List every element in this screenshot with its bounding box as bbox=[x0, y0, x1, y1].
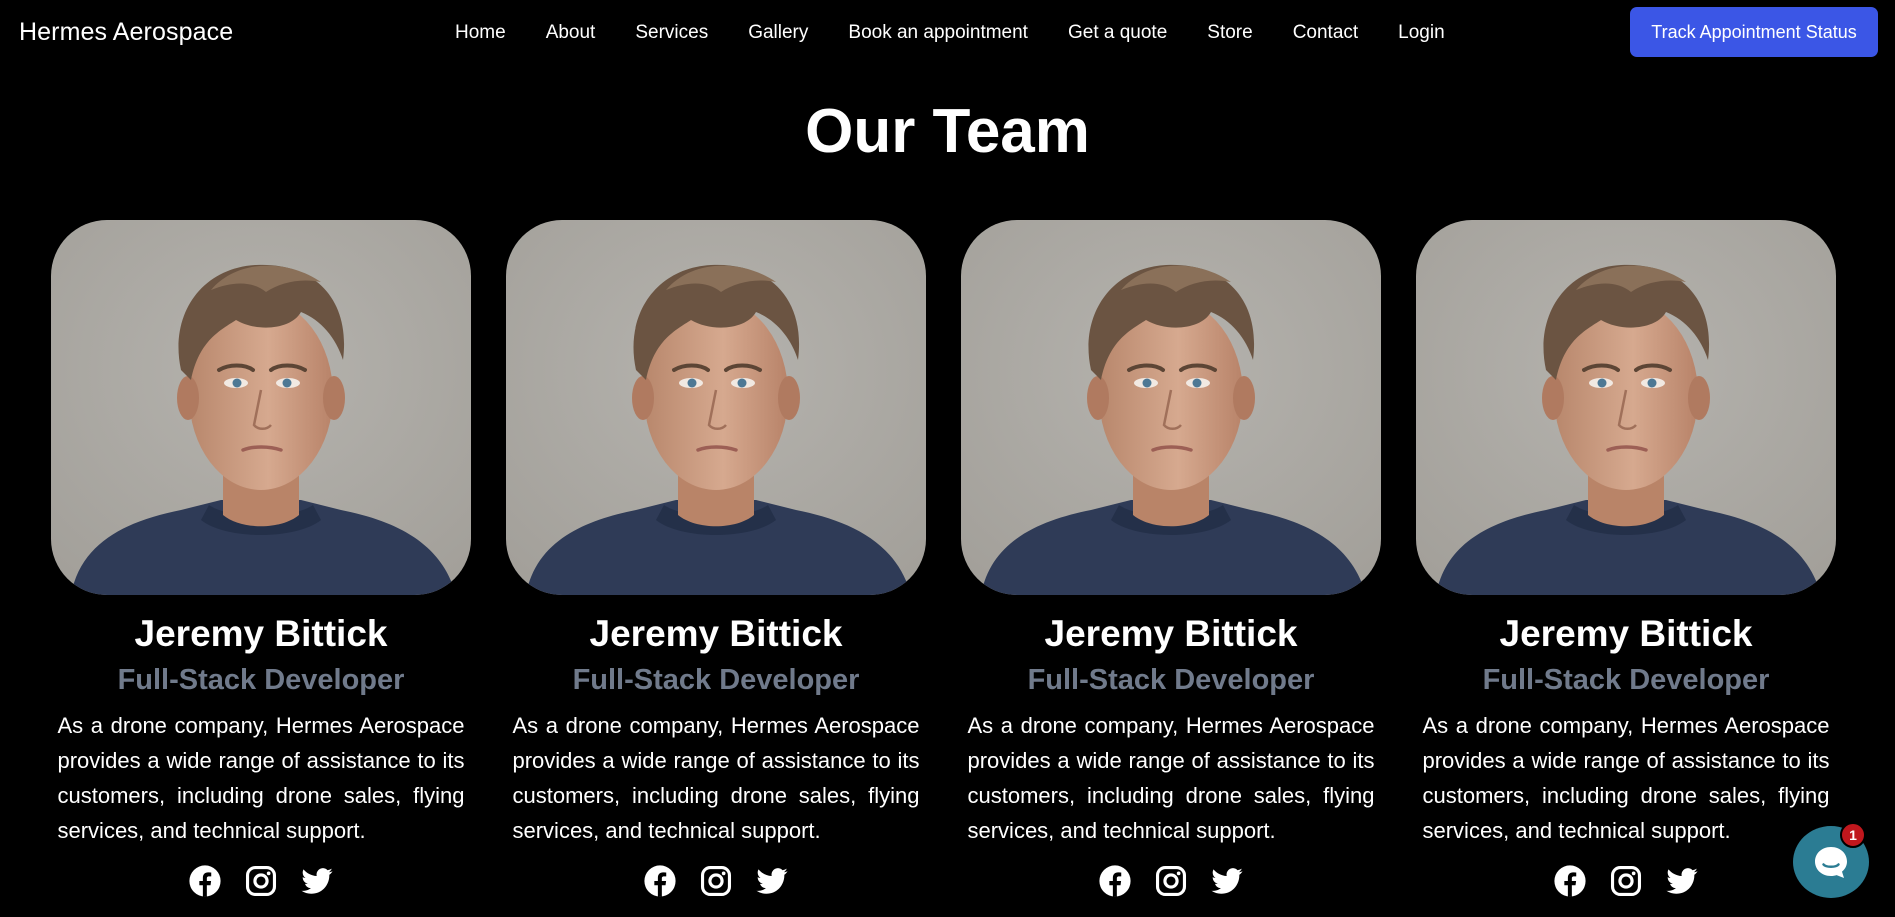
team-member-role: Full-Stack Developer bbox=[117, 664, 405, 697]
team-member-card: Jeremy Bittick Full-Stack Developer As a d… bbox=[961, 220, 1381, 898]
twitter-icon[interactable] bbox=[755, 864, 789, 898]
team-member-card: Jeremy Bittick Full-Stack Developer As a d… bbox=[1416, 220, 1836, 898]
nav-about[interactable]: About bbox=[546, 22, 596, 44]
nav-services[interactable]: Services bbox=[635, 22, 708, 44]
instagram-icon[interactable] bbox=[1609, 864, 1643, 898]
brand-logo[interactable]: Hermes Aerospace bbox=[19, 18, 233, 47]
facebook-icon[interactable] bbox=[188, 864, 222, 898]
social-links bbox=[643, 864, 789, 898]
instagram-icon[interactable] bbox=[1154, 864, 1188, 898]
twitter-icon[interactable] bbox=[1665, 864, 1699, 898]
team-member-name: Jeremy Bittick bbox=[134, 613, 388, 654]
chat-bubble-icon bbox=[1815, 847, 1847, 878]
team-member-bio: As a drone company, Hermes Aerospace pro… bbox=[1422, 713, 1830, 844]
team-member-photo bbox=[1416, 220, 1836, 595]
twitter-icon[interactable] bbox=[300, 864, 334, 898]
team-member-role: Full-Stack Developer bbox=[1482, 664, 1770, 697]
social-links bbox=[188, 864, 334, 898]
team-member-name: Jeremy Bittick bbox=[1499, 613, 1753, 654]
team-member-role: Full-Stack Developer bbox=[1027, 664, 1315, 697]
nav-store[interactable]: Store bbox=[1207, 22, 1252, 44]
nav-gallery[interactable]: Gallery bbox=[748, 22, 808, 44]
nav-login[interactable]: Login bbox=[1398, 22, 1445, 44]
nav-book-appointment[interactable]: Book an appointment bbox=[848, 22, 1028, 44]
team-member-card: Jeremy Bittick Full-Stack Developer As a d… bbox=[51, 220, 471, 898]
social-links bbox=[1098, 864, 1244, 898]
twitter-icon[interactable] bbox=[1210, 864, 1244, 898]
nav-links: Home About Services Gallery Book an appo… bbox=[455, 22, 1445, 44]
nav-contact[interactable]: Contact bbox=[1293, 22, 1358, 44]
chat-notification-badge: 1 bbox=[1840, 822, 1866, 848]
team-member-card: Jeremy Bittick Full-Stack Developer As a d… bbox=[506, 220, 926, 898]
social-links bbox=[1553, 864, 1699, 898]
section-title: Our Team bbox=[805, 97, 1090, 166]
team-member-bio: As a drone company, Hermes Aerospace pro… bbox=[57, 713, 465, 844]
track-appointment-button[interactable]: Track Appointment Status bbox=[1630, 7, 1878, 57]
team-member-role: Full-Stack Developer bbox=[572, 664, 860, 697]
instagram-icon[interactable] bbox=[699, 864, 733, 898]
top-navbar: Hermes Aerospace Home About Services Gal… bbox=[0, 0, 1895, 66]
instagram-icon[interactable] bbox=[244, 864, 278, 898]
nav-get-quote[interactable]: Get a quote bbox=[1068, 22, 1167, 44]
team-member-name: Jeremy Bittick bbox=[1044, 613, 1298, 654]
team-member-photo bbox=[961, 220, 1381, 595]
facebook-icon[interactable] bbox=[643, 864, 677, 898]
team-member-photo bbox=[506, 220, 926, 595]
team-member-name: Jeremy Bittick bbox=[589, 613, 843, 654]
team-member-bio: As a drone company, Hermes Aerospace pro… bbox=[512, 713, 920, 844]
team-member-bio: As a drone company, Hermes Aerospace pro… bbox=[967, 713, 1375, 844]
team-member-photo bbox=[51, 220, 471, 595]
facebook-icon[interactable] bbox=[1553, 864, 1587, 898]
facebook-icon[interactable] bbox=[1098, 864, 1132, 898]
team-grid: Jeremy Bittick Full-Stack Developer As a d… bbox=[51, 220, 1836, 898]
nav-home[interactable]: Home bbox=[455, 22, 506, 44]
